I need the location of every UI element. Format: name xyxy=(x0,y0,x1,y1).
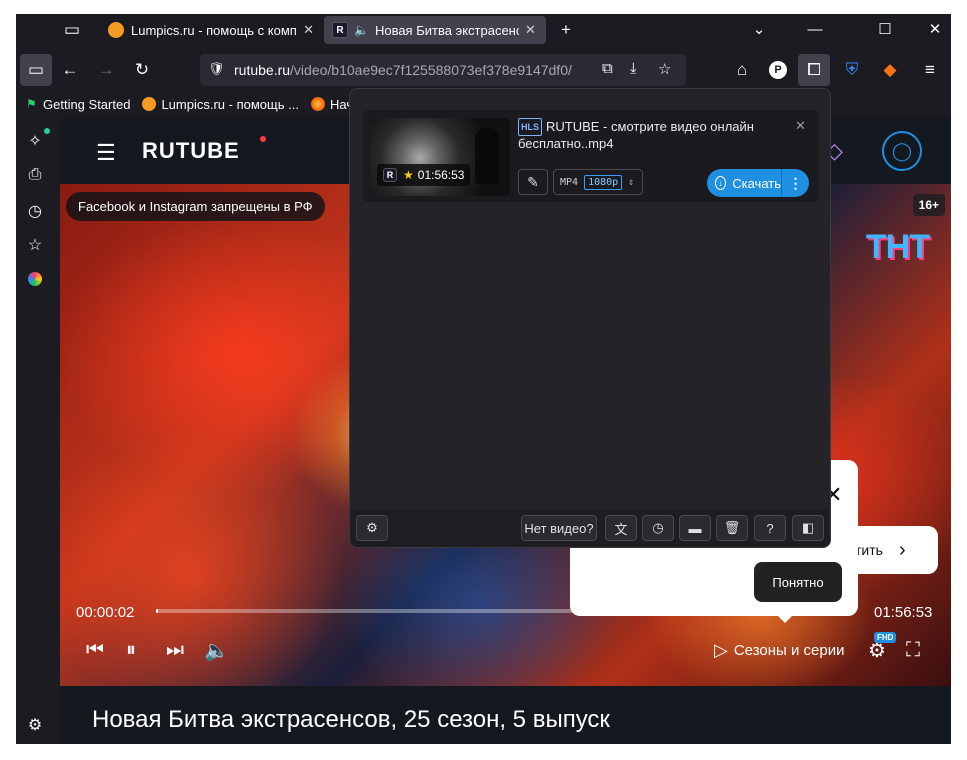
synced-tabs-icon[interactable]: ⎙ xyxy=(24,164,46,186)
tnt-channel-logo: ТНТ xyxy=(865,228,930,266)
profile-p-icon[interactable]: P xyxy=(762,54,794,86)
fhd-badge: FHD xyxy=(874,632,897,643)
pocket-icon[interactable]: ⌂ xyxy=(726,54,758,86)
close-tab-icon[interactable]: ✕ xyxy=(303,22,314,38)
reload-icon[interactable]: ↻ xyxy=(126,54,158,86)
close-window-icon[interactable]: ✕ xyxy=(912,14,951,44)
tab-rutube[interactable]: R 🔈 Новая Битва экстрасенсов ✕ xyxy=(324,16,546,44)
notification-dot xyxy=(44,128,50,134)
save-page-icon[interactable]: ⤓ xyxy=(630,60,637,77)
hamburger-menu-icon[interactable]: ☰ xyxy=(96,140,116,166)
history-clock-icon[interactable]: ◷ xyxy=(642,515,674,541)
progress-fill xyxy=(156,609,158,613)
tooltip-ok-button[interactable]: Понятно xyxy=(754,562,842,602)
sidebar-settings-icon[interactable]: ⚙ xyxy=(24,714,46,736)
trash-icon[interactable]: 🗑 xyxy=(716,515,748,541)
progress-bar[interactable] xyxy=(156,609,576,613)
sidepanel-icon[interactable]: ◧ xyxy=(792,515,824,541)
age-rating-badge: 16+ xyxy=(912,194,945,216)
lumpics-favicon-icon xyxy=(108,22,124,38)
time-current: 00:00:02 xyxy=(76,604,135,621)
rutube-icon: R xyxy=(383,168,397,182)
tab-lumpics[interactable]: Lumpics.ru - помощь с компьк ✕ xyxy=(100,16,322,44)
download-item: R ★ 01:56:53 HLS RUTUBE - смотрите видео … xyxy=(363,110,819,202)
seasons-button[interactable]: ▷ Сезоны и серии xyxy=(714,636,844,664)
browser-window: ▭ Lumpics.ru - помощь с компьк ✕ R 🔈 Нов… xyxy=(16,14,951,744)
metamask-fox-icon[interactable]: ◆ xyxy=(874,54,906,86)
picture-in-picture-icon[interactable]: ⧉ xyxy=(602,60,613,77)
back-icon[interactable]: ← xyxy=(54,54,86,86)
folder-icon[interactable]: ▬ xyxy=(679,515,711,541)
updown-chevron-icon: ⇕ xyxy=(628,176,635,188)
minimize-icon[interactable]: — xyxy=(792,14,838,44)
star-icon: ★ xyxy=(403,168,414,182)
help-icon[interactable]: ? xyxy=(754,515,786,541)
volume-icon[interactable]: 🔈 xyxy=(204,636,229,664)
item-title: HLS RUTUBE - смотрите видео онлайн беспла… xyxy=(518,118,754,151)
bitwarden-icon[interactable]: ⛨ xyxy=(836,54,868,86)
download-more-icon[interactable]: ⋮ xyxy=(781,169,809,197)
download-icon: ↓ xyxy=(715,176,727,190)
facebook-ban-banner: Facebook и Instagram запрещены в РФ xyxy=(66,192,325,221)
video-title: Новая Битва экстрасенсов, 25 сезон, 5 вы… xyxy=(92,706,610,733)
previous-icon[interactable]: ⏮ xyxy=(86,636,104,664)
popup-footer: ⚙ Нет видео? 文 ◷ ▬ 🗑 ? ◧ xyxy=(350,509,830,547)
user-profile-icon[interactable]: ◯ xyxy=(882,131,922,171)
bookmark-lumpics[interactable]: Lumpics.ru - помощь ... xyxy=(142,97,299,112)
extensions-icon[interactable]: ⧠ xyxy=(798,54,830,86)
video-thumbnail: R ★ 01:56:53 xyxy=(370,118,510,196)
browser-sidebar: ✧ ⎙ ◷ ☆ ⚙ xyxy=(16,118,54,744)
tabs-list-icon[interactable]: ⌄ xyxy=(736,14,782,44)
rutube-logo-dot xyxy=(260,136,266,142)
new-tab-icon[interactable]: + xyxy=(550,14,582,46)
tooltip-arrow xyxy=(776,614,794,623)
sidebar-toggle-icon[interactable]: ▭ xyxy=(20,54,52,86)
speaker-icon[interactable]: 🔈 xyxy=(354,23,369,37)
tab-bar: ▭ Lumpics.ru - помощь с компьк ✕ R 🔈 Нов… xyxy=(16,14,951,46)
chevron-right-icon: › xyxy=(898,538,906,561)
thumbnail-figure xyxy=(475,128,499,184)
bookmark-getting-started[interactable]: ⚑ Getting Started xyxy=(26,97,130,112)
no-video-button[interactable]: Нет видео? xyxy=(521,515,597,541)
fullscreen-icon[interactable]: ⛶ xyxy=(906,636,920,664)
close-tab-icon[interactable]: ✕ xyxy=(525,22,536,38)
thumbnail-duration: R ★ 01:56:53 xyxy=(377,164,471,186)
rutube-logo[interactable]: RUTUBE xyxy=(142,138,240,164)
download-button[interactable]: ↓ Скачать ⋮ xyxy=(707,169,809,197)
time-total: 01:56:53 xyxy=(874,604,933,621)
maximize-icon[interactable]: ☐ xyxy=(862,14,908,44)
extension-balls-icon[interactable] xyxy=(24,268,46,290)
menu-icon[interactable]: ≡ xyxy=(914,54,946,86)
rename-pencil-icon[interactable]: ✎ xyxy=(518,169,548,195)
flag-icon: ⚑ xyxy=(26,97,37,111)
tab-overview-icon[interactable]: ▭ xyxy=(56,14,88,46)
translate-icon[interactable]: 文 xyxy=(605,515,637,541)
url-bar[interactable]: 🛡 rutube.ru/video/b10ae9ec7f125588073ef3… xyxy=(200,54,686,86)
pause-icon[interactable]: ⏸ xyxy=(126,636,136,664)
format-select[interactable]: MP4 1080p ⇕ xyxy=(553,169,643,195)
download-main[interactable]: ↓ Скачать xyxy=(707,169,781,197)
ai-sparkle-icon[interactable]: ✧ xyxy=(24,130,46,152)
nav-bar: ▭ ← → ↻ 🛡 rutube.ru/video/b10ae9ec7f1255… xyxy=(16,50,951,90)
forward-icon[interactable]: → xyxy=(90,54,122,86)
next-icon[interactable]: ⏭ xyxy=(166,636,184,664)
bookmarks-star-icon[interactable]: ☆ xyxy=(24,234,46,256)
history-icon[interactable]: ◷ xyxy=(24,200,46,222)
lumpics-favicon-icon xyxy=(142,97,157,111)
bookmark-star-icon[interactable]: ☆ xyxy=(658,60,671,78)
popup-settings-icon[interactable]: ⚙ xyxy=(356,515,388,541)
shield-icon[interactable]: 🛡 xyxy=(208,61,225,77)
rutube-favicon-icon: R xyxy=(332,22,348,38)
downloader-popup: R ★ 01:56:53 HLS RUTUBE - смотрите видео … xyxy=(349,88,831,548)
remove-item-icon[interactable]: ✕ xyxy=(795,118,806,134)
hls-badge: HLS xyxy=(518,118,542,136)
firefox-icon xyxy=(310,97,325,111)
playlist-icon: ▷ xyxy=(714,639,728,660)
